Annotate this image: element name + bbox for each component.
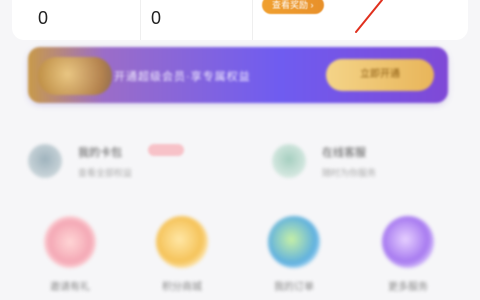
service-subtitle: 查看全部权益 xyxy=(78,168,133,178)
promo-banner[interactable]: 开通超级会员·享专属权益 立即开通 xyxy=(28,47,448,103)
more-icon xyxy=(382,216,434,268)
grid-item-invite[interactable]: 邀请有礼 xyxy=(30,210,110,300)
annotation-arrow-icon xyxy=(355,0,383,33)
service-item-support[interactable]: 在线客服 随时为你服务 xyxy=(272,136,462,192)
grid-item-label: 积分商城 xyxy=(162,282,202,293)
stat-value: 0 xyxy=(151,8,162,28)
grid-item-more[interactable]: 更多服务 xyxy=(368,210,448,300)
wallet-icon xyxy=(28,144,62,178)
promo-button[interactable]: 立即开通 xyxy=(326,59,434,91)
headset-icon xyxy=(272,144,306,178)
service-item-card[interactable]: 我的卡包 查看全部权益 xyxy=(28,136,218,192)
stats-card: 0 0 查看奖励 › xyxy=(12,0,468,40)
grid-item-label: 更多服务 xyxy=(388,282,428,293)
grid-item-orders[interactable]: 我的订单 xyxy=(254,210,334,300)
service-subtitle: 随时为你服务 xyxy=(322,168,377,178)
order-icon xyxy=(268,216,320,268)
service-title: 我的卡包 xyxy=(78,147,122,159)
status-badge xyxy=(148,144,184,156)
icon-grid: 邀请有礼 积分商城 我的订单 更多服务 xyxy=(0,210,480,300)
coin-icon xyxy=(156,216,208,268)
stat-value: 0 xyxy=(38,8,49,28)
grid-item-label: 我的订单 xyxy=(274,282,314,293)
gift-icon xyxy=(44,216,96,268)
stat-column-2[interactable]: 0 xyxy=(140,0,161,40)
promo-text: 开通超级会员·享专属权益 xyxy=(114,71,251,83)
service-title: 在线客服 xyxy=(322,147,366,159)
view-rewards-button[interactable]: 查看奖励 › xyxy=(262,0,324,14)
app-screen: 0 0 查看奖励 › 开通超级会员·享专属权益 立即开通 我的卡包 查看全部权益… xyxy=(0,0,480,300)
service-row: 我的卡包 查看全部权益 在线客服 随时为你服务 xyxy=(0,136,480,192)
crown-icon xyxy=(38,57,112,95)
grid-item-label: 邀请有礼 xyxy=(50,282,90,293)
grid-item-points[interactable]: 积分商城 xyxy=(142,210,222,300)
